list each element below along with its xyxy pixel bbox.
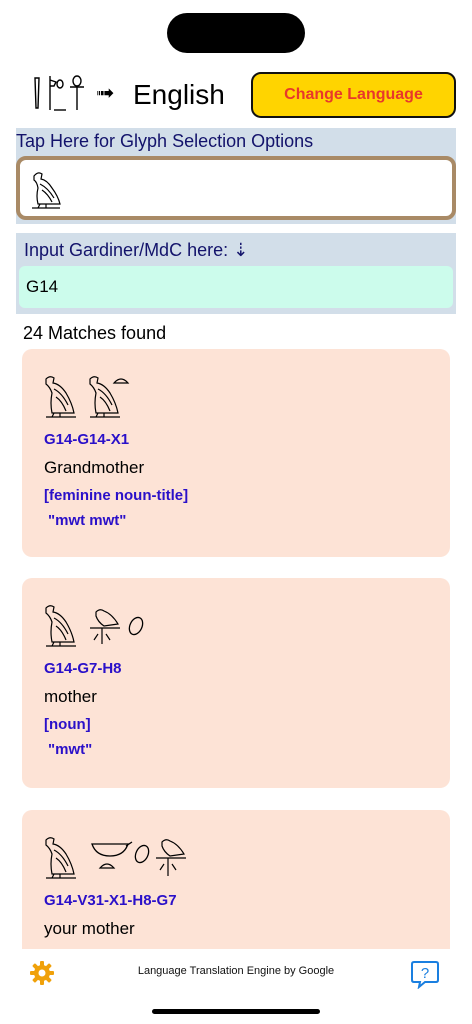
bread-loaf-glyph-icon [112, 378, 130, 384]
falcon-on-standard-glyph-icon [90, 609, 120, 644]
arrow-icon: ➟ [96, 80, 115, 105]
glyph-sequence [45, 837, 186, 879]
translation-engine-credit: Language Translation Engine by Google [137, 965, 335, 977]
egg-glyph-icon [128, 616, 144, 636]
result-meaning: mother [44, 687, 97, 706]
home-indicator[interactable] [152, 1009, 320, 1014]
result-code: G14-G14-X1 [44, 431, 130, 448]
mdc-input-panel: Input Gardiner/MdC here: ⇣ [16, 233, 456, 314]
basket-glyph-icon [91, 841, 133, 857]
mdc-code-input[interactable] [19, 266, 453, 308]
result-part-of-speech: [noun] [44, 716, 91, 733]
help-bubble-icon[interactable]: ? [411, 959, 439, 989]
falcon-on-standard-glyph-icon [156, 839, 186, 876]
change-language-button[interactable]: Change Language [251, 72, 456, 118]
vulture-glyph-icon [45, 376, 76, 418]
hieroglyph-title-icon [34, 75, 84, 111]
target-language-label: English [133, 79, 225, 110]
glyph-sequence [45, 376, 130, 418]
vulture-hieroglyph-icon [32, 172, 61, 209]
footer-bar: Language Translation Engine by Google ? [0, 955, 472, 995]
result-part-of-speech: [feminine noun-title] [44, 487, 189, 504]
selected-glyph-box[interactable] [16, 156, 456, 220]
result-transliteration: "mwt" [48, 741, 93, 758]
mdc-input-label: Input Gardiner/MdC here: ⇣ [24, 240, 249, 260]
result-meaning: your mother [44, 919, 135, 938]
result-card[interactable]: G14-G14-X1 Grandmother [feminine noun-ti… [22, 349, 450, 557]
result-code: G14-V31-X1-H8-G7 [44, 892, 177, 909]
vulture-glyph-icon [45, 837, 76, 879]
result-transliteration: "mwt mwt" [48, 512, 127, 529]
dynamic-island [167, 13, 305, 53]
bread-loaf-glyph-icon [98, 863, 116, 869]
svg-text:?: ? [421, 965, 429, 982]
glyph-selection-panel[interactable]: Tap Here for Glyph Selection Options [16, 128, 456, 224]
result-code: G14-G7-H8 [44, 660, 122, 677]
glyph-selection-options-label[interactable]: Tap Here for Glyph Selection Options [16, 130, 313, 152]
language-row: ➟ English Change Language [30, 72, 456, 118]
results-list[interactable]: G14-G14-X1 Grandmother [feminine noun-ti… [0, 349, 472, 949]
egg-glyph-icon [134, 844, 150, 864]
vulture-glyph-icon [45, 605, 76, 647]
match-count: 24 Matches found [23, 323, 167, 343]
glyph-sequence [45, 605, 144, 647]
result-card[interactable]: G14-V31-X1-H8-G7 your mother [22, 810, 450, 949]
result-meaning: Grandmother [44, 458, 145, 477]
result-card[interactable]: G14-G7-H8 mother [noun] "mwt" [22, 578, 450, 788]
